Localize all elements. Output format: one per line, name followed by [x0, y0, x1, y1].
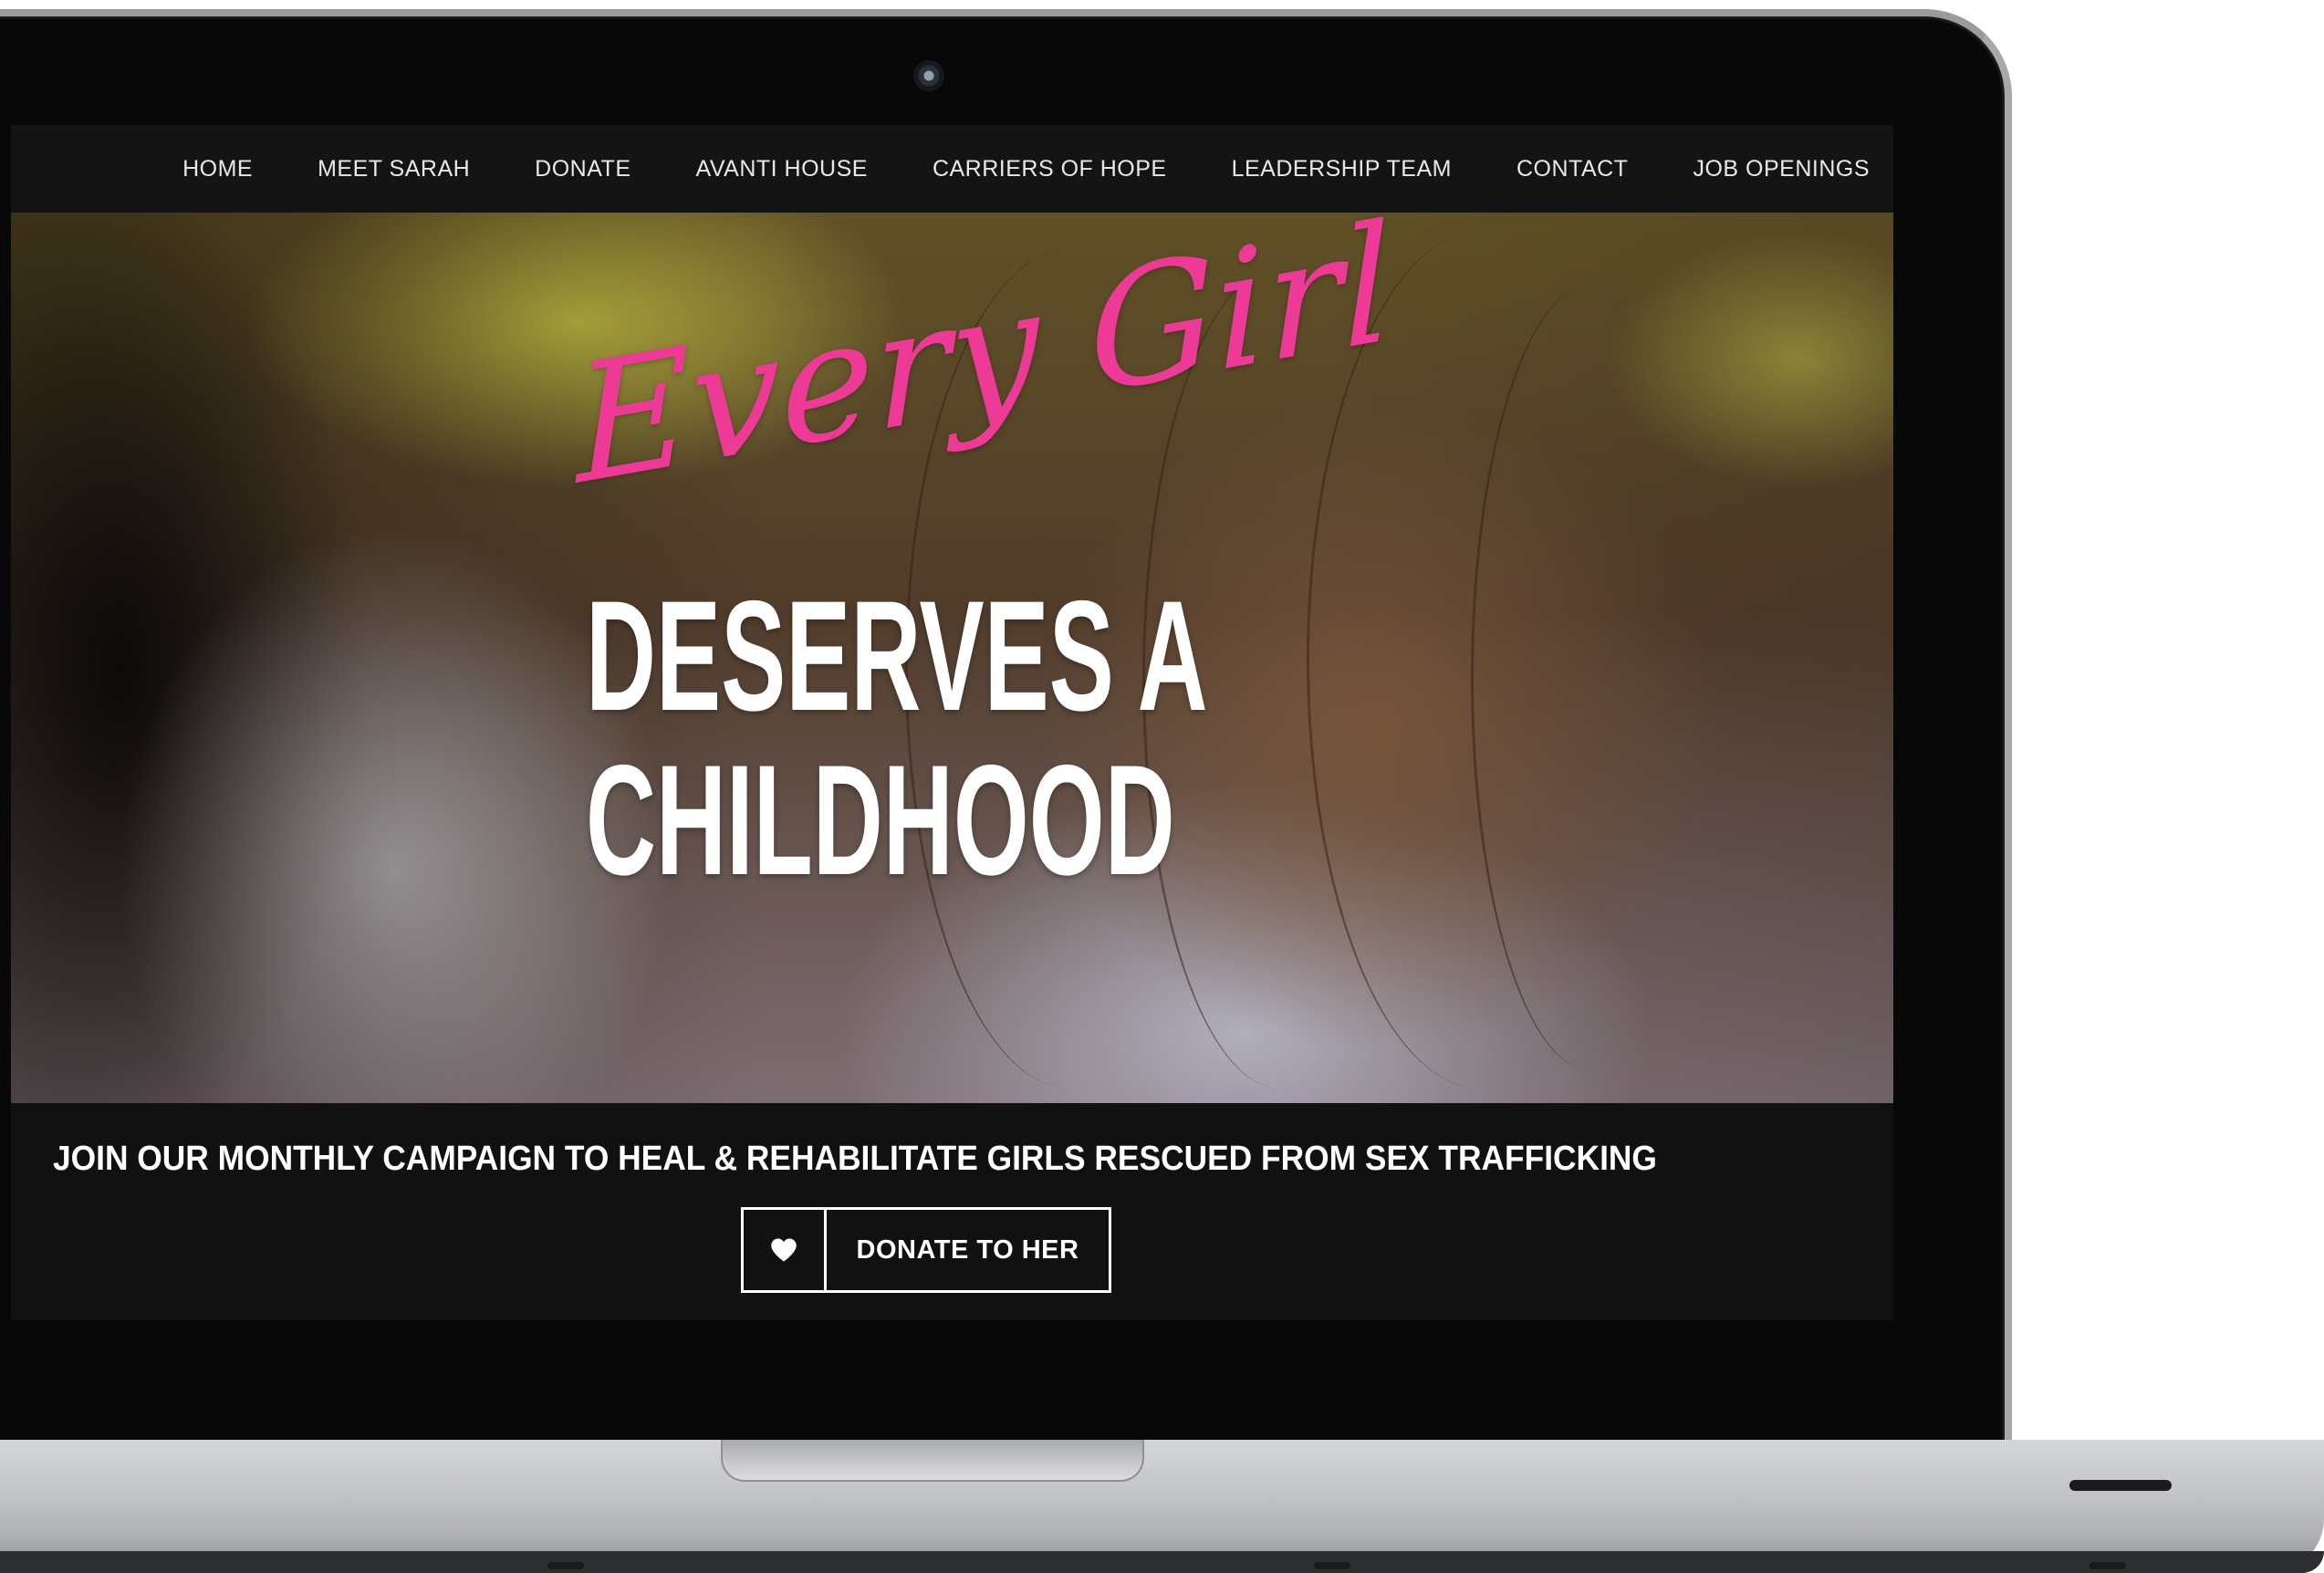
main-navigation: HOME MEET SARAH DONATE AVANTI HOUSE CARR…: [11, 125, 1893, 213]
laptop-foot: [1314, 1562, 1350, 1569]
campaign-text: JOIN OUR MONTHLY CAMPAIGN TO HEAL & REHA…: [53, 1140, 1657, 1178]
website-screen: HOME MEET SARAH DONATE AVANTI HOUSE CARR…: [11, 125, 1893, 1320]
hero-script-heading: Every Girl: [572, 213, 1396, 522]
hero-headline-line2: CHILDHOOD: [586, 733, 1175, 908]
nav-meet-sarah[interactable]: MEET SARAH: [318, 156, 470, 182]
nav-home[interactable]: HOME: [182, 156, 253, 182]
hero-banner: Every Girl DESERVES A CHILDHOOD: [11, 213, 1893, 1103]
laptop-opening-notch: [721, 1440, 1144, 1482]
laptop-indicator-light: [2069, 1480, 2172, 1491]
laptop-mockup: HOME MEET SARAH DONATE AVANTI HOUSE CARR…: [0, 0, 2324, 1573]
campaign-panel: JOIN OUR MONTHLY CAMPAIGN TO HEAL & REHA…: [11, 1103, 1893, 1320]
nav-job-openings[interactable]: JOB OPENINGS: [1693, 156, 1870, 182]
heart-icon: [744, 1210, 827, 1290]
nav-leadership-team[interactable]: LEADERSHIP TEAM: [1232, 156, 1452, 182]
nav-donate[interactable]: DONATE: [535, 156, 631, 182]
nav-contact[interactable]: CONTACT: [1516, 156, 1628, 182]
nav-carriers-of-hope[interactable]: CARRIERS OF HOPE: [933, 156, 1167, 182]
hero-headline-line1: DESERVES A: [586, 568, 1208, 744]
laptop-foot: [2090, 1562, 2126, 1569]
nav-avanti-house[interactable]: AVANTI HOUSE: [696, 156, 868, 182]
laptop-foot: [547, 1562, 584, 1569]
hero-photo-detail: [1471, 286, 1711, 1070]
webcam-icon: [913, 60, 944, 91]
donate-to-her-button[interactable]: DONATE TO HER: [741, 1207, 1111, 1293]
laptop-base-edge: [0, 1551, 2324, 1573]
donate-button-label: DONATE TO HER: [856, 1234, 1079, 1265]
